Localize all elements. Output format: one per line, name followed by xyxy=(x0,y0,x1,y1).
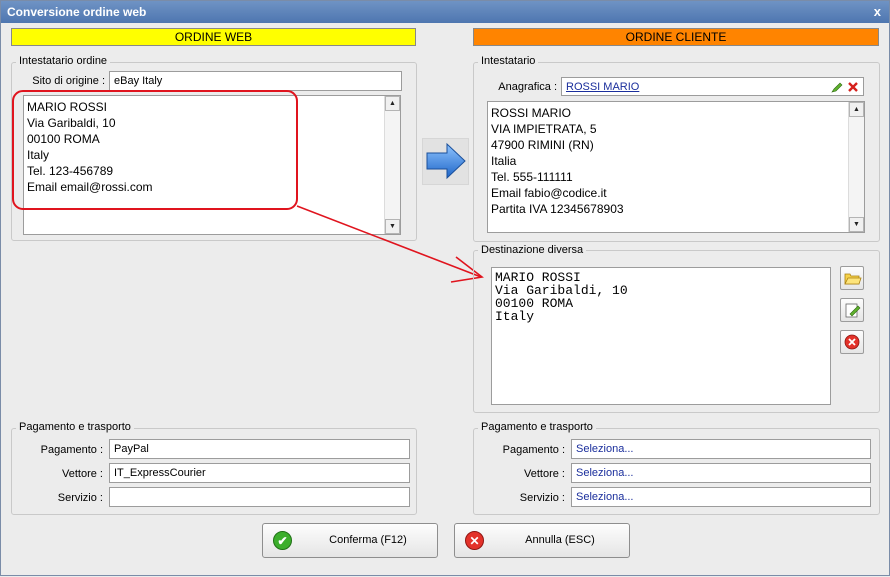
cancel-x-icon: ✕ xyxy=(465,531,484,550)
edit-note-icon xyxy=(845,303,861,318)
cancel-button-label: Annulla (ESC) xyxy=(525,534,595,546)
anagrafica-label: Anagrafica : xyxy=(498,81,557,93)
convert-arrow-icon xyxy=(422,138,469,185)
web-vettore-label: Vettore : xyxy=(62,468,103,480)
anagrafica-field[interactable]: ROSSI MARIO xyxy=(561,77,864,96)
client-vettore-select[interactable]: Seleziona... xyxy=(571,463,871,483)
client-pagamento-select[interactable]: Seleziona... xyxy=(571,439,871,459)
client-vettore-label: Vettore : xyxy=(524,468,565,480)
address-line: Italia xyxy=(491,154,517,168)
client-address-memo[interactable]: ROSSI MARIO VIA IMPIETRATA, 5 47900 RIMI… xyxy=(487,101,865,233)
client-payment-title: Pagamento e trasporto xyxy=(478,421,596,433)
address-line: 00100 ROMA xyxy=(495,296,574,311)
edit-pencil-icon[interactable] xyxy=(831,81,843,93)
web-pagamento-field[interactable]: PayPal xyxy=(109,439,410,459)
confirm-check-icon: ✔ xyxy=(273,531,292,550)
confirm-button-label: Conferma (F12) xyxy=(329,534,407,546)
web-payment-title: Pagamento e trasporto xyxy=(16,421,134,433)
client-address-scrollbar[interactable]: ▲ ▼ xyxy=(848,102,864,232)
client-pagamento-label: Pagamento : xyxy=(502,444,565,456)
web-vettore-field[interactable]: IT_ExpressCourier xyxy=(109,463,410,483)
address-line: 47900 RIMINI (RN) xyxy=(491,138,594,152)
address-line: VIA IMPIETRATA, 5 xyxy=(491,122,597,136)
web-servizio-field[interactable] xyxy=(109,487,410,507)
edit-note-button[interactable] xyxy=(840,298,864,322)
conversion-window: Conversione ordine web x ORDINE WEB ORDI… xyxy=(0,0,890,576)
web-servizio-label: Servizio : xyxy=(57,492,103,504)
remove-icon xyxy=(844,334,860,350)
remove-button[interactable] xyxy=(840,330,864,354)
client-intestatario-title: Intestatario xyxy=(478,55,539,67)
destinazione-memo[interactable]: MARIO ROSSI Via Garibaldi, 10 00100 ROMA… xyxy=(491,267,831,405)
confirm-button[interactable]: ✔ Conferma (F12) xyxy=(262,523,438,558)
client-servizio-label: Servizio : xyxy=(519,492,565,504)
cancel-button[interactable]: ✕ Annulla (ESC) xyxy=(454,523,630,558)
open-folder-button[interactable] xyxy=(840,266,864,290)
address-line: Partita IVA 12345678903 xyxy=(491,202,624,216)
open-folder-icon xyxy=(844,273,862,285)
destinazione-title: Destinazione diversa xyxy=(478,244,587,256)
scroll-up-icon[interactable]: ▲ xyxy=(849,102,864,117)
web-pagamento-label: Pagamento : xyxy=(40,444,103,456)
address-line: Tel. 555-111111 xyxy=(491,170,573,184)
address-line: ROSSI MARIO xyxy=(491,106,572,120)
address-line: Italy xyxy=(495,309,535,324)
scroll-down-icon[interactable]: ▼ xyxy=(849,217,864,232)
client-servizio-select[interactable]: Seleziona... xyxy=(571,487,871,507)
anagrafica-link[interactable]: ROSSI MARIO xyxy=(566,81,639,93)
delete-x-icon[interactable] xyxy=(847,81,859,93)
address-line: Email fabio@codice.it xyxy=(491,186,607,200)
